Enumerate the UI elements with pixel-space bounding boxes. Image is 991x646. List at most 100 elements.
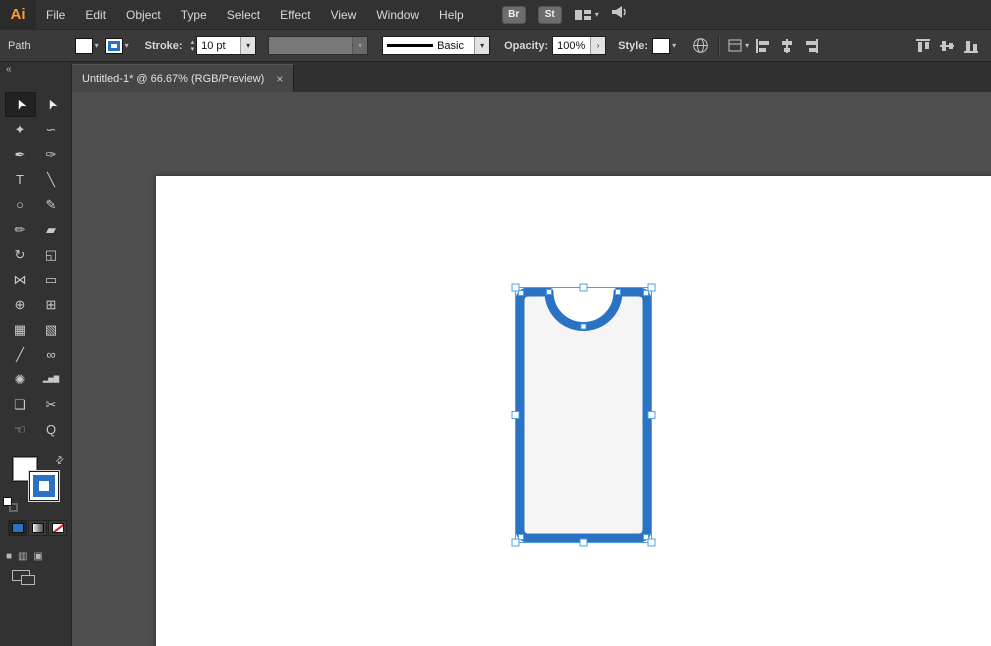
align-top-button[interactable] [913, 36, 933, 56]
draw-normal-button[interactable]: ■ [6, 546, 12, 564]
stroke-swatch[interactable] [28, 470, 60, 502]
fill-color-dropdown[interactable]: ▾ [74, 37, 99, 54]
pen-tool[interactable]: ✒ [5, 142, 36, 167]
menu-object[interactable]: Object [116, 0, 171, 30]
graphic-style-swatch [652, 37, 671, 54]
hand-tool-icon: ☜ [14, 422, 26, 437]
symbol-sprayer-tool[interactable]: ✺ [5, 367, 36, 392]
curvature-tool[interactable]: ✑ [36, 142, 67, 167]
shaper-tool-icon: ✏ [14, 222, 26, 237]
graphic-style-dropdown[interactable]: ▾ [652, 37, 676, 54]
menu-effect[interactable]: Effect [270, 0, 320, 30]
blend-tool[interactable]: ∞ [36, 342, 67, 367]
free-transform-tool[interactable]: ▭ [36, 267, 67, 292]
align-right-button[interactable] [801, 36, 821, 56]
pen-tool-icon: ✒ [14, 147, 26, 162]
align-left-icon [756, 38, 770, 53]
gradient-tool-icon: ▧ [44, 322, 58, 337]
draw-behind-button[interactable]: ▥ [18, 546, 27, 564]
menu-window[interactable]: Window [366, 0, 429, 30]
share-button[interactable] [611, 5, 630, 24]
tab-close-button[interactable]: × [276, 73, 283, 85]
canvas[interactable] [72, 92, 991, 646]
stepper-down-icon[interactable]: ▾ [191, 46, 195, 53]
shape-builder-tool[interactable]: ⊕ [5, 292, 36, 317]
stroke-style-combo[interactable]: Basic ▾ [382, 36, 491, 55]
stroke-color-dropdown[interactable]: ▾ [104, 37, 129, 54]
direct-selection-tool[interactable]: ➤ [36, 92, 67, 117]
scale-tool[interactable]: ◱ [36, 242, 67, 267]
stroke-weight-stepper[interactable]: ▴ ▾ [191, 39, 195, 53]
zoom-tool[interactable]: Q [36, 417, 67, 442]
align-center-button[interactable] [777, 36, 797, 56]
bridge-button[interactable]: Br [501, 5, 526, 24]
selection-tool-icon: ➤ [10, 96, 30, 113]
width-tool-icon: ⋈ [13, 272, 27, 287]
align-bottom-icon [964, 40, 978, 53]
default-fill-stroke-icon[interactable] [3, 497, 19, 512]
drawing-mode-buttons: ■ ▥ ▣ [6, 546, 43, 564]
align-bottom-button[interactable] [961, 36, 981, 56]
horizontal-align-group [753, 36, 821, 56]
none-button[interactable] [48, 520, 67, 536]
eraser-tool-icon: ▰ [46, 222, 56, 237]
slice-tool[interactable]: ✂ [36, 392, 67, 417]
menu-type[interactable]: Type [171, 0, 217, 30]
rotate-tool[interactable]: ↻ [5, 242, 36, 267]
slice-tool-icon: ✂ [45, 397, 57, 412]
paintbrush-tool[interactable]: ✎ [36, 192, 67, 217]
line-segment-tool[interactable]: ╲ [36, 167, 67, 192]
workspace-grid-icon [574, 9, 591, 20]
magic-wand-tool[interactable]: ✦ [5, 117, 36, 142]
align-middle-icon [940, 40, 954, 51]
stock-button[interactable]: St [537, 5, 562, 24]
hand-tool[interactable]: ☜ [5, 417, 36, 442]
gradient-tool[interactable]: ▧ [36, 317, 67, 342]
fill-stroke-indicator: ⇄ [0, 454, 72, 515]
opacity-field[interactable]: 100% › [552, 36, 607, 55]
chevron-down-icon: ▾ [745, 40, 750, 50]
chevron-down-icon[interactable]: ▾ [474, 37, 490, 54]
screen-mode-button[interactable] [12, 570, 35, 585]
menu-edit[interactable]: Edit [75, 0, 116, 30]
draw-inside-button[interactable]: ▣ [34, 546, 43, 564]
arrange-documents-button[interactable]: ▾ [728, 39, 749, 52]
ellipse-tool[interactable]: ○ [5, 192, 36, 217]
shaper-tool[interactable]: ✏ [5, 217, 36, 242]
menu-view[interactable]: View [321, 0, 367, 30]
eyedropper-tool[interactable]: ╱ [5, 342, 36, 367]
collapse-tools-button[interactable]: « [0, 62, 12, 78]
width-tool[interactable]: ⋈ [5, 267, 36, 292]
document-tab[interactable]: Untitled-1* @ 66.67% (RGB/Preview) × [72, 64, 295, 92]
column-graph-tool-icon: ▂▅▇ [42, 376, 60, 383]
type-tool-icon: T [16, 172, 24, 187]
swap-fill-stroke-icon[interactable]: ⇄ [53, 454, 67, 468]
align-middle-button[interactable] [937, 36, 957, 56]
align-top-icon [916, 38, 930, 52]
menu-file[interactable]: File [36, 0, 75, 30]
stepper-up-icon[interactable]: ▴ [191, 39, 195, 46]
gradient-button[interactable] [28, 520, 47, 536]
chevron-down-icon[interactable]: ▾ [240, 37, 256, 54]
workspace-switcher-button[interactable]: ▾ [574, 8, 599, 22]
ellipse-tool-icon: ○ [16, 197, 24, 212]
align-left-button[interactable] [753, 36, 773, 56]
opacity-flyout-icon[interactable]: › [590, 37, 606, 54]
document-arrange-icon [728, 39, 742, 52]
menu-help[interactable]: Help [429, 0, 474, 30]
stroke-preview-line [387, 44, 434, 47]
shape-builder-tool-icon: ⊕ [14, 297, 26, 312]
artboard-tool[interactable]: ❏ [5, 392, 36, 417]
eraser-tool[interactable]: ▰ [36, 217, 67, 242]
document-color-mode-button[interactable] [692, 37, 709, 54]
column-graph-tool[interactable]: ▂▅▇ [36, 367, 67, 392]
perspective-grid-tool[interactable]: ⊞ [36, 292, 67, 317]
color-button[interactable] [8, 520, 27, 536]
type-tool[interactable]: T [5, 167, 36, 192]
lasso-tool[interactable]: ∽ [36, 117, 67, 142]
menu-select[interactable]: Select [217, 0, 270, 30]
mesh-tool[interactable]: ▦ [5, 317, 36, 342]
stroke-weight-combo[interactable]: 10 pt ▾ [196, 36, 257, 55]
selection-tool[interactable]: ➤ [4, 92, 36, 117]
document-tab-title: Untitled-1* @ 66.67% (RGB/Preview) [82, 72, 265, 85]
